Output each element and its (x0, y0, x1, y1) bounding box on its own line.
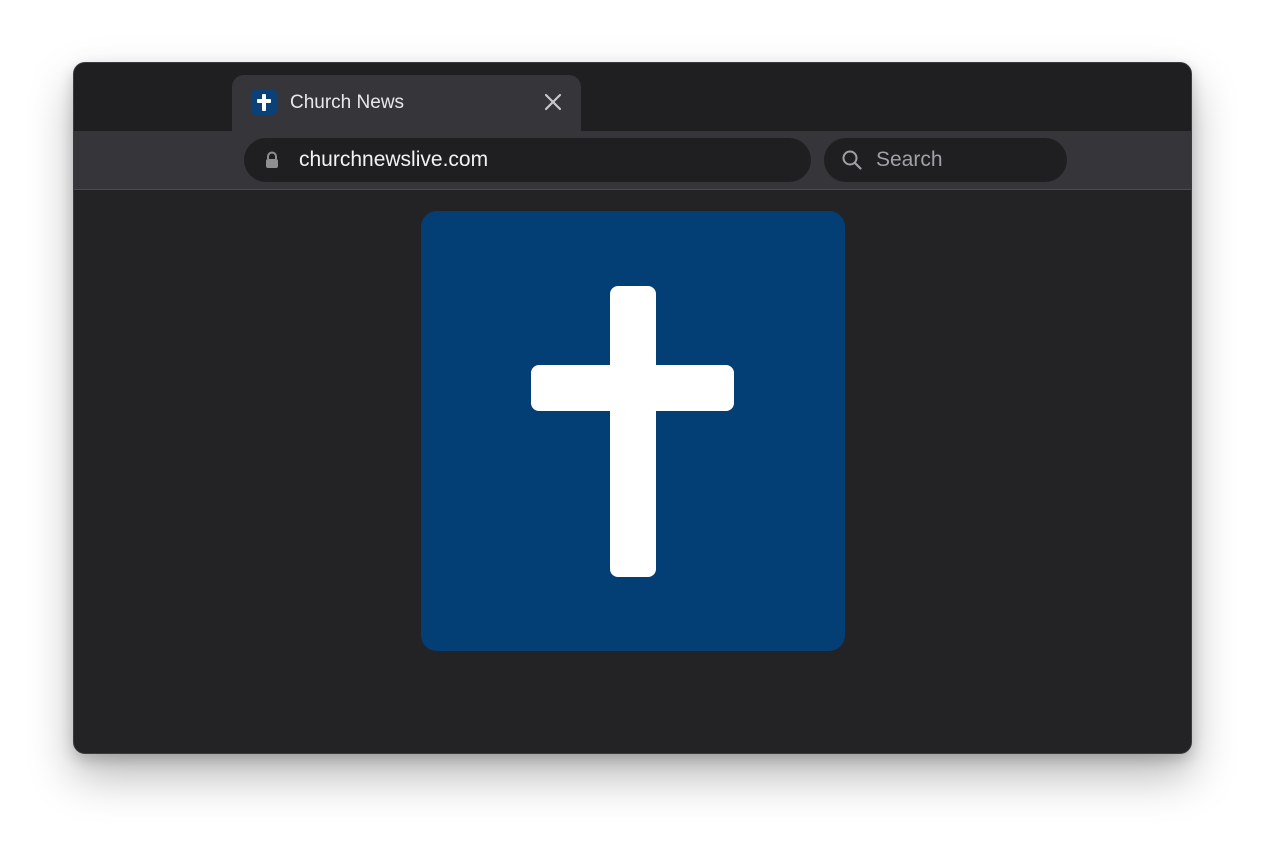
cross-horizontal-bar (531, 365, 734, 411)
cross-icon (251, 89, 277, 115)
search-input[interactable] (876, 138, 1056, 182)
tab-church-news[interactable]: Church News (232, 75, 581, 131)
search-box[interactable] (824, 138, 1067, 182)
browser-toolbar: churchnewslive.com (74, 131, 1191, 190)
lock-icon (264, 151, 280, 169)
url-text: churchnewslive.com (299, 148, 489, 171)
browser-window: Church News churchnewslive.com (73, 62, 1192, 754)
tab-strip: Church News (74, 63, 1191, 131)
search-icon (841, 149, 863, 171)
cross-vertical-bar (610, 286, 656, 577)
address-bar[interactable]: churchnewslive.com (244, 138, 811, 182)
tab-title: Church News (290, 92, 405, 113)
page-content (74, 190, 1191, 753)
church-logo (421, 211, 845, 651)
close-icon[interactable] (541, 90, 565, 114)
favicon-cross-horizontal (257, 99, 271, 103)
